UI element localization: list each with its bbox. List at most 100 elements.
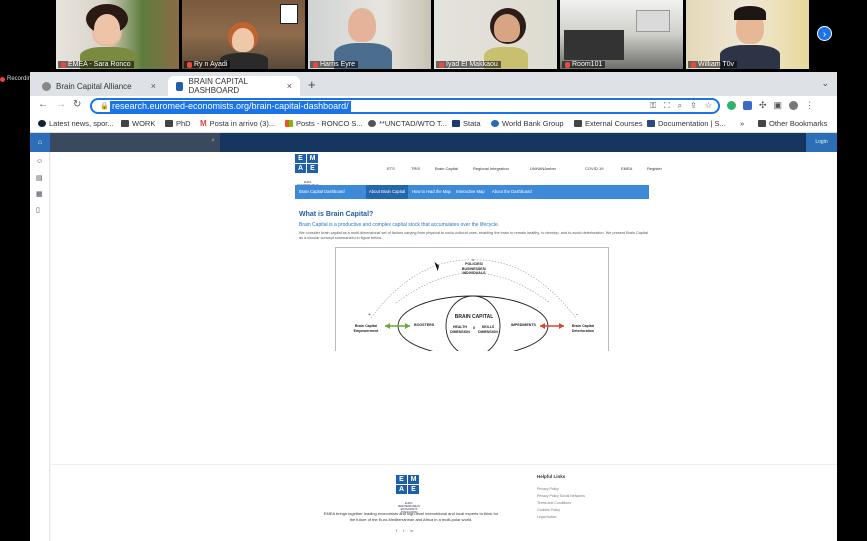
subnav-dashboard[interactable]: Brain Capital Dashboard	[299, 189, 345, 194]
section-title: What is Brain Capital?	[299, 211, 374, 218]
close-icon[interactable]: ×	[287, 81, 292, 91]
bookmark-label: WORK	[132, 119, 156, 128]
gmail-icon: M	[200, 119, 207, 128]
bookmark-posta[interactable]: M Posta in arrivo (3)...	[200, 119, 275, 128]
forward-icon[interactable]: →	[56, 99, 66, 110]
back-icon[interactable]: ←	[38, 99, 48, 110]
bookmark-work[interactable]: WORK	[121, 119, 155, 128]
bookmark-latest-news[interactable]: Latest news, spor...	[38, 119, 114, 128]
figure-policies-label: POLICIES/ BUSINESSES/ INDIVIDUALS	[461, 262, 487, 275]
subnav-how-to-read[interactable]: How to read the Map	[412, 189, 451, 194]
nav-tris[interactable]: TRIS	[411, 166, 420, 171]
figure-impediments-label: IMPEDIMENTS	[511, 323, 536, 327]
section-subtitle: Brain Capital is a productive and comple…	[299, 222, 500, 228]
nav-ets[interactable]: ETS	[387, 166, 395, 171]
translate-icon[interactable]: ⛶	[664, 101, 670, 111]
subnav-interactive-map[interactable]: Interactive Map	[456, 189, 485, 194]
bookmark-documentation[interactable]: Documentation | S...	[647, 119, 726, 128]
footer-link-cookies[interactable]: Cookies Policy	[537, 508, 560, 512]
extension-icon[interactable]	[727, 101, 736, 110]
folder-icon	[165, 120, 173, 127]
facebook-icon[interactable]: f	[396, 528, 397, 533]
lock-icon: 🔒	[100, 103, 109, 110]
bookmark-label: Stata	[463, 119, 481, 128]
extension-icon[interactable]	[743, 101, 752, 110]
login-button[interactable]: Login	[806, 133, 837, 152]
tab-label: Brain Capital Alliance	[56, 81, 132, 91]
user-icon[interactable]: ☺	[36, 158, 43, 165]
browser-window: Brain Capital Alliance × BRAIN CAPITAL D…	[30, 72, 837, 541]
bookmark-label: **UNCTAD/WTO T...	[379, 119, 447, 128]
bookmarks-overflow[interactable]: »	[740, 119, 744, 128]
participant-tile[interactable]: William T0v	[686, 0, 809, 69]
address-bar[interactable]: 🔒 research.euromed-economists.org/brain-…	[90, 98, 720, 114]
participant-tile[interactable]: Iyad El Makkaou	[434, 0, 557, 69]
bookmark-unctad[interactable]: **UNCTAD/WTO T...	[368, 119, 447, 128]
screen: EMEA - Sara Ronco Ry n Ayadi Harris Eyre…	[0, 0, 867, 541]
emea-logo[interactable]: E M A E EURO-MEDITERRANEAN ECONOMISTS AS…	[295, 154, 319, 193]
globe-icon	[368, 120, 376, 127]
bookmark-stata[interactable]: Stata	[452, 119, 481, 128]
menu-icon[interactable]: ⋮	[805, 100, 814, 111]
bookmark-phd[interactable]: PhD	[165, 119, 191, 128]
bookmark-label: Documentation | S...	[658, 119, 726, 128]
doc-icon	[647, 120, 655, 127]
site-search[interactable]: ⌕	[50, 133, 220, 152]
next-participants-button[interactable]: ›	[817, 26, 832, 41]
tab-search-icon[interactable]: ⌄	[821, 78, 829, 89]
participant-name: Harris Eyre	[310, 61, 359, 68]
zoom-icon[interactable]: ⌕	[678, 101, 682, 111]
linkedin-icon[interactable]: in	[410, 528, 413, 533]
svg-text:-: -	[576, 312, 578, 318]
avatar[interactable]	[789, 101, 799, 110]
grid-icon[interactable]: ▦	[36, 190, 43, 198]
tab-brain-capital-alliance[interactable]: Brain Capital Alliance ×	[34, 76, 164, 96]
participant-tile[interactable]: EMEA - Sara Ronco	[56, 0, 179, 69]
participant-name: Room101	[562, 61, 606, 68]
reload-icon[interactable]: ↻	[73, 99, 81, 110]
key-icon[interactable]: ⚿	[650, 101, 656, 111]
nav-covid[interactable]: COVID-19	[585, 166, 603, 171]
footer-link-privacy-social[interactable]: Privacy Policy Social Networks	[537, 494, 585, 498]
tab-brain-capital-dashboard[interactable]: BRAIN CAPITAL DASHBOARD ×	[168, 76, 300, 96]
microsoft-icon	[285, 120, 293, 127]
muted-mic-icon	[187, 61, 192, 68]
browser-toolbar: ← → ↻ 🔒 research.euromed-economists.org/…	[30, 96, 837, 116]
tab-bar: Brain Capital Alliance × BRAIN CAPITAL D…	[30, 72, 837, 96]
participant-name: William T0v	[688, 61, 738, 68]
nav-brain-capital[interactable]: Brain Capital	[435, 166, 458, 171]
bookmark-other[interactable]: Other Bookmarks	[758, 119, 827, 128]
bookmark-external-courses[interactable]: External Courses	[574, 119, 643, 128]
puzzle-icon[interactable]: ✣	[759, 100, 767, 111]
sidepanel-icon[interactable]: ▣	[774, 100, 783, 111]
nav-regional-integration[interactable]: Regional Integration	[473, 166, 509, 171]
bookmark-world-bank[interactable]: World Bank Group	[491, 119, 564, 128]
site-footer: E M A E EURO-MEDITERRANEAN ECONOMISTS AS…	[51, 464, 837, 541]
new-tab-button[interactable]: +	[308, 77, 316, 92]
subnav-about-dashboard[interactable]: About the Dashboard	[492, 189, 532, 194]
participant-tile[interactable]: Room101	[560, 0, 683, 69]
subnav-about-brain-capital[interactable]: About Brain Capital	[366, 185, 409, 199]
footer-link-terms[interactable]: Terms and Conditions	[537, 501, 571, 505]
close-icon[interactable]: ×	[151, 81, 156, 91]
share-icon[interactable]: ⇪	[690, 101, 697, 111]
video-strip: EMEA - Sara Ronco Ry n Ayadi Harris Eyre…	[0, 0, 867, 71]
star-icon[interactable]: ☆	[705, 101, 712, 111]
footer-logo[interactable]: E M A E EURO-MEDITERRANEAN ECONOMISTS AS…	[396, 475, 420, 514]
bookmark-label: World Bank Group	[502, 119, 564, 128]
nav-emea[interactable]: EMEA	[621, 166, 632, 171]
document-icon[interactable]: ▯	[36, 206, 40, 214]
muted-mic-icon	[439, 61, 444, 68]
participant-tile[interactable]: Harris Eyre	[308, 0, 431, 69]
bookmark-posts[interactable]: Posts - RONCO S...	[285, 119, 363, 128]
muted-mic-icon	[565, 61, 570, 68]
dashboard-icon[interactable]: ⌂	[30, 133, 50, 152]
nav-register[interactable]: Register	[647, 166, 662, 171]
participant-tile[interactable]: Ry n Ayadi	[182, 0, 305, 69]
footer-link-legal[interactable]: Legal Notice	[537, 515, 556, 519]
footer-link-privacy[interactable]: Privacy Policy	[537, 487, 559, 491]
web-page: ⌂ ⌕ Login ☺ ▤ ▦ ▯ E M A E EURO-MEDITERRA…	[30, 133, 837, 541]
nav-unhanamber[interactable]: UNHANAmber	[530, 166, 556, 171]
twitter-icon[interactable]: t	[403, 528, 404, 533]
calendar-icon[interactable]: ▤	[36, 174, 43, 182]
